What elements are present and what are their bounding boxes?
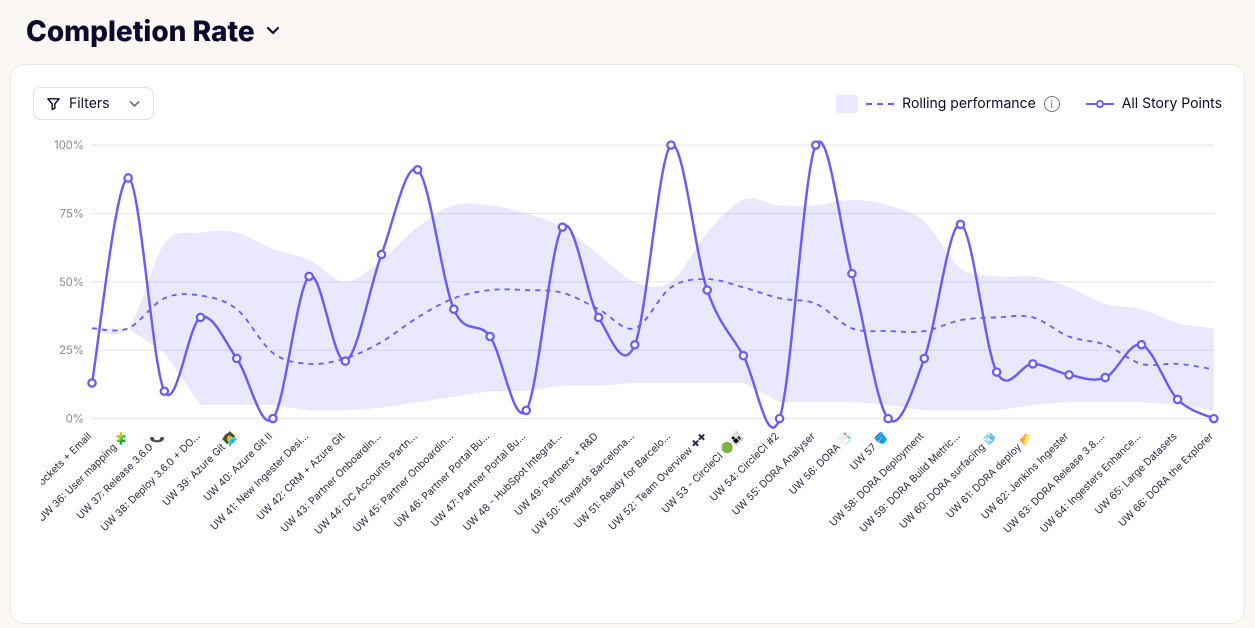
- svg-text:50%: 50%: [59, 275, 84, 289]
- info-icon[interactable]: i: [1044, 96, 1060, 112]
- filter-icon: [46, 96, 61, 111]
- page-title[interactable]: Completion Rate: [26, 14, 255, 48]
- svg-text:100%: 100%: [54, 138, 84, 152]
- filters-button[interactable]: Filters: [33, 87, 154, 120]
- completion-rate-chart: 0%25%50%75%100%UW 35: Sockets + EmailUW …: [41, 135, 1224, 611]
- legend-label: Rolling performance: [902, 95, 1036, 112]
- legend-label: All Story Points: [1122, 95, 1222, 112]
- legend-item-series[interactable]: All Story Points: [1086, 95, 1222, 112]
- svg-text:75%: 75%: [60, 207, 84, 221]
- svg-text:0%: 0%: [66, 412, 84, 426]
- line-dot-icon: [1086, 100, 1114, 108]
- chart-legend: Rolling performance i All Story Points: [836, 95, 1222, 113]
- legend-item-rolling[interactable]: Rolling performance i: [836, 95, 1060, 113]
- chart-card: Filters Rolling performance i All Story …: [10, 64, 1245, 624]
- chevron-down-icon[interactable]: [265, 23, 281, 39]
- svg-text:UW 56: DORA 📑: UW 56: DORA 📑: [786, 430, 854, 498]
- svg-text:UW 54: CircleCI #2: UW 54: CircleCI #2: [708, 430, 782, 503]
- filters-label: Filters: [69, 95, 110, 112]
- dashed-line-icon: [866, 103, 894, 105]
- chevron-down-icon: [128, 97, 141, 110]
- svg-text:UW 40: Azure Git II: UW 40: Azure Git II: [201, 430, 275, 503]
- svg-text:25%: 25%: [59, 343, 84, 357]
- area-swatch-icon: [836, 95, 858, 113]
